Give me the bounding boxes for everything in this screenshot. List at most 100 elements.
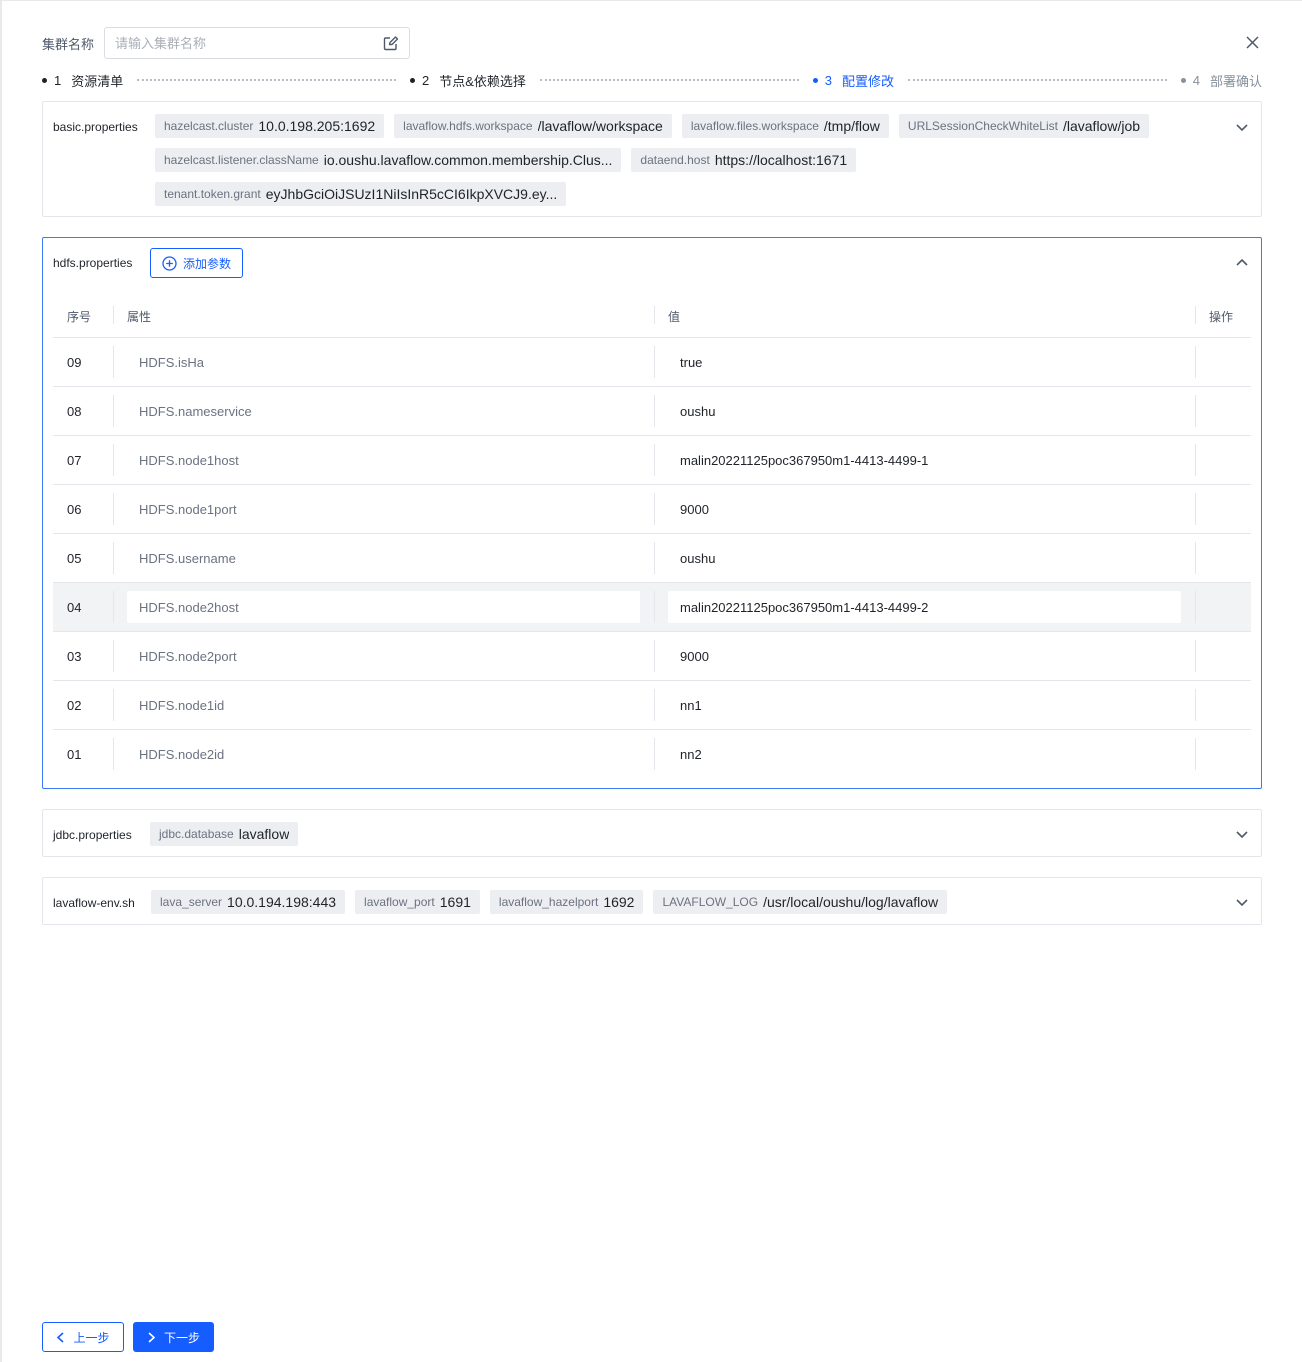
row-attr-cell: HDFS.node2host: [113, 583, 654, 632]
row-value-cell: 9000: [654, 632, 1195, 681]
tag-value: /lavaflow/job: [1062, 118, 1141, 134]
step-1[interactable]: 1 资源清单: [42, 71, 123, 90]
row-attr-cell: HDFS.node1id: [113, 681, 654, 730]
row-op-cell: [1195, 436, 1251, 485]
panel-jdbc-properties[interactable]: jdbc.properties jdbc.database lavaflow: [42, 809, 1262, 857]
tag-value: lavaflow: [238, 826, 290, 842]
chevron-down-icon[interactable]: [1235, 827, 1249, 841]
column-header-op: 操作: [1195, 305, 1251, 325]
step-dot: [1180, 77, 1186, 83]
property-tag: LAVAFLOW_LOG/usr/local/oushu/log/lavaflo…: [653, 890, 948, 914]
chevron-right-icon: [148, 1331, 156, 1343]
prev-step-button[interactable]: 上一步: [42, 1322, 124, 1352]
step-3[interactable]: 3 配置修改: [812, 71, 894, 90]
chevron-down-icon[interactable]: [1235, 120, 1249, 134]
cluster-name-input[interactable]: [115, 35, 384, 51]
table-row: 05 HDFS.username oushu: [53, 534, 1251, 583]
table-row: 06 HDFS.node1port 9000: [53, 485, 1251, 534]
row-value-cell: malin20221125poc367950m1-4413-4499-2: [654, 583, 1195, 632]
step-dot: [42, 77, 47, 83]
cluster-name-field[interactable]: [104, 27, 411, 59]
column-header-attr: 属性: [113, 305, 654, 325]
property-tag: hazelcast.listener.className io.oushu.lav…: [155, 148, 622, 172]
attr-input[interactable]: HDFS.node2port: [127, 640, 640, 672]
tag-value: https://localhost:1671: [714, 152, 848, 168]
attr-input[interactable]: HDFS.node1port: [127, 493, 640, 525]
property-tag: URLSessionCheckWhiteList/lavaflow/job: [898, 114, 1150, 138]
edit-icon[interactable]: [383, 35, 399, 51]
value-input[interactable]: true: [668, 346, 1181, 378]
attr-input[interactable]: HDFS.username: [127, 542, 640, 574]
step-connector: [137, 79, 397, 81]
row-index: 06: [67, 501, 82, 517]
value-input[interactable]: 9000: [668, 493, 1181, 525]
chevron-left-icon: [57, 1331, 65, 1343]
step-dot: [812, 77, 818, 83]
tag-key: lavaflow.hdfs.workspace: [403, 119, 533, 133]
tag-value: /usr/local/oushu/log/lavaflow: [763, 894, 939, 910]
attr-input[interactable]: HDFS.nameservice: [127, 395, 640, 427]
panel-hdfs-properties[interactable]: hdfs.properties 添加参数 序号 属性 值 操作 09 HDFS.…: [42, 237, 1262, 789]
tag-value: 1692: [603, 894, 635, 910]
table-row: 08 HDFS.nameservice oushu: [53, 387, 1251, 436]
attr-input[interactable]: HDFS.node2host: [127, 591, 640, 623]
attr-input[interactable]: HDFS.node2id: [127, 739, 640, 771]
row-attr-cell: HDFS.node2port: [113, 632, 654, 681]
row-op-cell: [1195, 338, 1251, 387]
property-tag: lavaflow_port 1691: [355, 890, 480, 914]
value-input[interactable]: malin20221125poc367950m1-4413-4499-1: [668, 444, 1181, 476]
row-index: 01: [67, 747, 82, 762]
step-number: 1: [54, 72, 62, 88]
step-number: 3: [824, 72, 832, 88]
table-header: 序号 属性 值 操作: [53, 295, 1251, 338]
step-2[interactable]: 2 节点&依赖选择: [410, 71, 526, 90]
step-label: 资源清单: [71, 73, 124, 89]
panel-basic-properties[interactable]: basic.properties hazelcast.cluster 10.0.1…: [42, 101, 1262, 217]
tag-key: tenant.token.grant: [164, 187, 261, 201]
close-icon[interactable]: [1245, 35, 1260, 50]
panel-title: hdfs.properties: [53, 256, 133, 270]
tag-value: 10.0.198.205:1692: [258, 118, 376, 134]
attr-input[interactable]: HDFS.isHa: [127, 346, 640, 378]
chevron-up-icon[interactable]: [1235, 256, 1249, 270]
row-attr-cell: HDFS.isHa: [113, 338, 654, 387]
next-step-button[interactable]: 下一步: [133, 1322, 214, 1352]
row-op-cell: [1195, 534, 1251, 583]
table-row: 07 HDFS.node1host malin20221125poc367950…: [53, 436, 1251, 485]
row-attr-cell: HDFS.nameservice: [113, 387, 654, 436]
column-header-value: 值: [654, 305, 1195, 325]
next-step-label: 下一步: [163, 1330, 200, 1345]
value-input[interactable]: malin20221125poc367950m1-4413-4499-2: [668, 591, 1181, 623]
chevron-down-icon[interactable]: [1235, 895, 1249, 909]
tag-value: 1691: [439, 894, 471, 910]
window-top-border: [0, 0, 1302, 1]
tag-key: LAVAFLOW_LOG: [662, 895, 759, 909]
value-input[interactable]: oushu: [668, 542, 1181, 574]
step-dot: [410, 77, 416, 83]
property-tag: lavaflow.files.workspace/tmp/flow: [681, 114, 889, 138]
step-number: 2: [422, 72, 430, 88]
panel-title: jdbc.properties: [53, 828, 132, 842]
attr-input[interactable]: HDFS.node1host: [127, 444, 640, 476]
table-row: 01 HDFS.node2id nn2: [53, 730, 1251, 779]
attr-input[interactable]: HDFS.node1id: [127, 689, 640, 721]
cluster-name-row: 集群名称: [42, 27, 411, 59]
property-tag: lavaflow_hazelport 1692: [489, 890, 644, 914]
add-param-button[interactable]: 添加参数: [150, 248, 243, 278]
hdfs-params-table: 序号 属性 值 操作 09 HDFS.isHa true 08 HDFS.nam…: [53, 295, 1251, 779]
column-header-index: 序号: [67, 309, 92, 324]
tag-value: eyJhbGciOiJSUzI1NiIsInR5cCI6IkpXVCJ9.ey.…: [265, 186, 558, 202]
tag-key: hazelcast.cluster: [164, 119, 254, 133]
value-input[interactable]: 9000: [668, 640, 1181, 672]
tag-key: lavaflow_port: [364, 895, 435, 909]
panel-lavaflow-env[interactable]: lavaflow-env.sh lava_server 10.0.194.198:…: [42, 877, 1262, 925]
value-input[interactable]: nn2: [668, 739, 1181, 771]
step-label: 部署确认: [1209, 73, 1262, 89]
value-input[interactable]: oushu: [668, 395, 1181, 427]
value-input[interactable]: nn1: [668, 689, 1181, 721]
table-row: 03 HDFS.node2port 9000: [53, 632, 1251, 681]
step-4[interactable]: 4 部署确认: [1180, 71, 1262, 90]
tag-key: jdbc.database: [159, 827, 234, 841]
row-index: 08: [67, 403, 82, 419]
tag-value: /lavaflow/workspace: [537, 118, 663, 134]
